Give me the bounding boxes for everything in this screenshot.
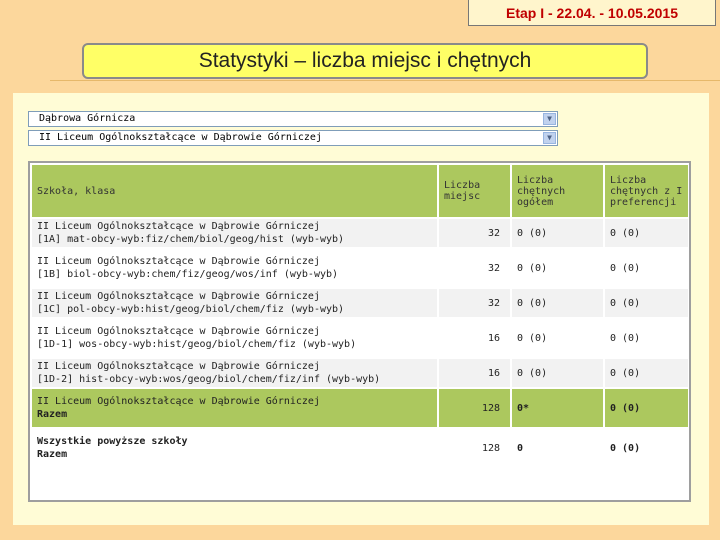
title-divider — [50, 80, 720, 81]
statistics-table: Szkoła, klasa Liczba miejsc Liczba chętn… — [30, 163, 690, 469]
total-all-places: 128 — [439, 429, 510, 467]
row-applicants-first: 0 (0) — [605, 319, 688, 357]
total-school-name: II Liceum Ogólnokształcące w Dąbrowie Gó… — [37, 396, 320, 407]
row-applicants-first: 0 (0) — [605, 289, 688, 317]
row-class: [1A] mat-obcy-wyb:fiz/chem/biol/geog/his… — [37, 234, 345, 245]
row-applicants: 0 (0) — [512, 249, 603, 287]
row-class: [1D-2] hist-obcy-wyb:wos/geog/biol/chem/… — [37, 374, 381, 385]
table-row: II Liceum Ogólnokształcące w Dąbrowie Gó… — [32, 359, 688, 387]
row-applicants: 0 (0) — [512, 359, 603, 387]
city-select[interactable]: Dąbrowa Górnicza ▼ — [28, 111, 558, 127]
total-all-applicants: 0 — [512, 429, 603, 467]
header-applicants: Liczba chętnych ogółem — [512, 165, 603, 217]
table-row: II Liceum Ogólnokształcące w Dąbrowie Gó… — [32, 289, 688, 317]
total-all-applicants-first: 0 (0) — [605, 429, 688, 467]
row-places: 32 — [439, 219, 510, 247]
row-places: 16 — [439, 319, 510, 357]
row-school: II Liceum Ogólnokształcące w Dąbrowie Gó… — [37, 361, 320, 372]
page-title: Statystyki – liczba miejsc i chętnych — [82, 43, 648, 79]
row-applicants: 0 (0) — [512, 289, 603, 317]
school-select-value: II Liceum Ogólnokształcące w Dąbrowie Gó… — [39, 132, 322, 143]
table-row: II Liceum Ogólnokształcące w Dąbrowie Gó… — [32, 319, 688, 357]
table-row: II Liceum Ogólnokształcące w Dąbrowie Gó… — [32, 249, 688, 287]
row-places: 32 — [439, 249, 510, 287]
row-applicants-first: 0 (0) — [605, 249, 688, 287]
row-school: II Liceum Ogólnokształcące w Dąbrowie Gó… — [37, 291, 320, 302]
row-class: [1D-1] wos-obcy-wyb:hist/geog/biol/chem/… — [37, 339, 357, 350]
total-school-places: 128 — [439, 389, 510, 427]
statistics-table-container: Szkoła, klasa Liczba miejsc Liczba chętn… — [28, 161, 691, 502]
total-school-label: Razem — [37, 409, 68, 420]
row-applicants: 0 (0) — [512, 219, 603, 247]
table-row-total-all: Wszystkie powyższe szkoły Razem 128 0 0 (… — [32, 429, 688, 467]
row-places: 32 — [439, 289, 510, 317]
table-row-total-school: II Liceum Ogólnokształcące w Dąbrowie Gó… — [32, 389, 688, 427]
stage-label: Etap I - 22.04. - 10.05.2015 — [468, 0, 716, 26]
table-row: II Liceum Ogólnokształcące w Dąbrowie Gó… — [32, 219, 688, 247]
row-school: II Liceum Ogólnokształcące w Dąbrowie Gó… — [37, 256, 320, 267]
row-applicants-first: 0 (0) — [605, 219, 688, 247]
row-class: [1C] pol-obcy-wyb:hist/geog/biol/chem/fi… — [37, 304, 345, 315]
chevron-down-icon[interactable]: ▼ — [543, 132, 556, 144]
city-select-value: Dąbrowa Górnicza — [39, 113, 136, 124]
row-applicants: 0 (0) — [512, 319, 603, 357]
total-school-applicants: 0* — [512, 389, 603, 427]
row-applicants-first: 0 (0) — [605, 359, 688, 387]
header-applicants-first: Liczba chętnych z I preferencji — [605, 165, 688, 217]
chevron-down-icon[interactable]: ▼ — [543, 113, 556, 125]
total-school-applicants-first: 0 (0) — [605, 389, 688, 427]
total-all-label: Razem — [37, 449, 68, 460]
school-select[interactable]: II Liceum Ogólnokształcące w Dąbrowie Gó… — [28, 130, 558, 146]
row-school: II Liceum Ogólnokształcące w Dąbrowie Gó… — [37, 221, 320, 232]
row-class: [1B] biol-obcy-wyb:chem/fiz/geog/wos/inf… — [37, 269, 339, 280]
total-all-name: Wszystkie powyższe szkoły — [37, 436, 188, 447]
header-places: Liczba miejsc — [439, 165, 510, 217]
row-places: 16 — [439, 359, 510, 387]
header-school-class: Szkoła, klasa — [32, 165, 437, 217]
row-school: II Liceum Ogólnokształcące w Dąbrowie Gó… — [37, 326, 320, 337]
